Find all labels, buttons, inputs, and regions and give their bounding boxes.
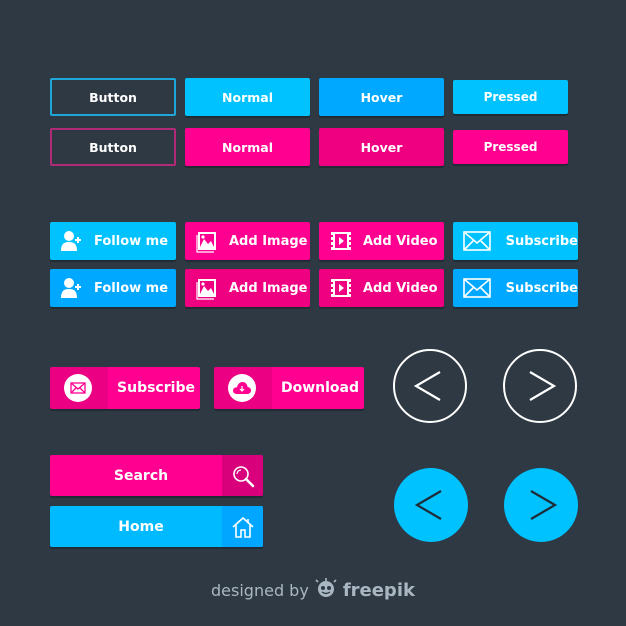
previous-filled-button[interactable] <box>394 468 468 542</box>
add-video-button[interactable]: Add Video <box>319 269 444 307</box>
cloud-download-icon <box>228 374 256 402</box>
video-icon <box>329 276 353 300</box>
button-label: Subscribe <box>505 280 578 296</box>
chevron-left-icon <box>413 371 441 401</box>
subscribe-pill-button[interactable]: Subscribe <box>50 367 200 409</box>
footer-brand: freepik <box>342 579 415 601</box>
envelope-icon <box>463 229 492 253</box>
home-bar-button[interactable]: Home <box>50 506 263 547</box>
add-user-icon <box>60 229 84 253</box>
button-label: Button <box>89 139 137 155</box>
normal-button-blue[interactable]: Normal <box>185 78 310 116</box>
add-user-icon <box>60 276 84 300</box>
subscribe-button[interactable]: Subscribe <box>453 269 578 307</box>
previous-outline-button[interactable] <box>393 349 467 423</box>
add-image-button[interactable]: Add Image <box>185 269 310 307</box>
image-icon <box>195 229 219 253</box>
subscribe-button[interactable]: Subscribe <box>453 222 578 260</box>
button-label: Subscribe <box>505 233 578 249</box>
button-label: Download <box>280 380 360 396</box>
button-label: Add Video <box>363 280 438 296</box>
button-label: Home <box>118 518 164 535</box>
next-filled-button[interactable] <box>504 468 578 542</box>
button-label: Hover <box>360 139 403 155</box>
home-icon[interactable] <box>222 506 263 547</box>
pressed-button-pink[interactable]: Pressed <box>453 130 568 164</box>
button-label: Subscribe <box>117 380 195 396</box>
button-label: Add Image <box>229 233 308 249</box>
footer-credit: designed by freepik <box>0 578 626 602</box>
outline-button-pink[interactable]: Button <box>50 128 176 166</box>
freepik-logo-icon <box>315 578 337 602</box>
envelope-icon <box>463 276 492 300</box>
outline-button-blue[interactable]: Button <box>50 78 176 116</box>
button-label: Normal <box>222 89 273 105</box>
normal-button-pink[interactable]: Normal <box>185 128 310 166</box>
follow-me-button[interactable]: Follow me <box>50 269 176 307</box>
button-label: Pressed <box>483 140 538 154</box>
button-label: Search <box>113 467 169 484</box>
chevron-left-icon <box>414 490 442 520</box>
search-bar-button[interactable]: Search <box>50 455 263 496</box>
button-label: Add Image <box>229 280 308 296</box>
pressed-button-blue[interactable]: Pressed <box>453 80 568 114</box>
footer-text: designed by <box>211 580 309 600</box>
add-video-button[interactable]: Add Video <box>319 222 444 260</box>
chevron-right-icon <box>529 371 557 401</box>
button-label: Hover <box>360 89 403 105</box>
hover-button-pink[interactable]: Hover <box>319 128 444 166</box>
chevron-right-icon <box>530 490 558 520</box>
button-label: Pressed <box>483 90 538 104</box>
video-icon <box>329 229 353 253</box>
search-icon[interactable] <box>222 455 263 496</box>
button-label: Follow me <box>94 233 169 249</box>
button-label: Follow me <box>94 280 169 296</box>
download-pill-button[interactable]: Download <box>214 367 364 409</box>
button-label: Button <box>89 89 137 105</box>
add-image-button[interactable]: Add Image <box>185 222 310 260</box>
image-icon <box>195 276 219 300</box>
next-outline-button[interactable] <box>503 349 577 423</box>
envelope-icon <box>64 374 92 402</box>
hover-button-blue[interactable]: Hover <box>319 78 444 116</box>
button-label: Add Video <box>363 233 438 249</box>
follow-me-button[interactable]: Follow me <box>50 222 176 260</box>
button-label: Normal <box>222 139 273 155</box>
